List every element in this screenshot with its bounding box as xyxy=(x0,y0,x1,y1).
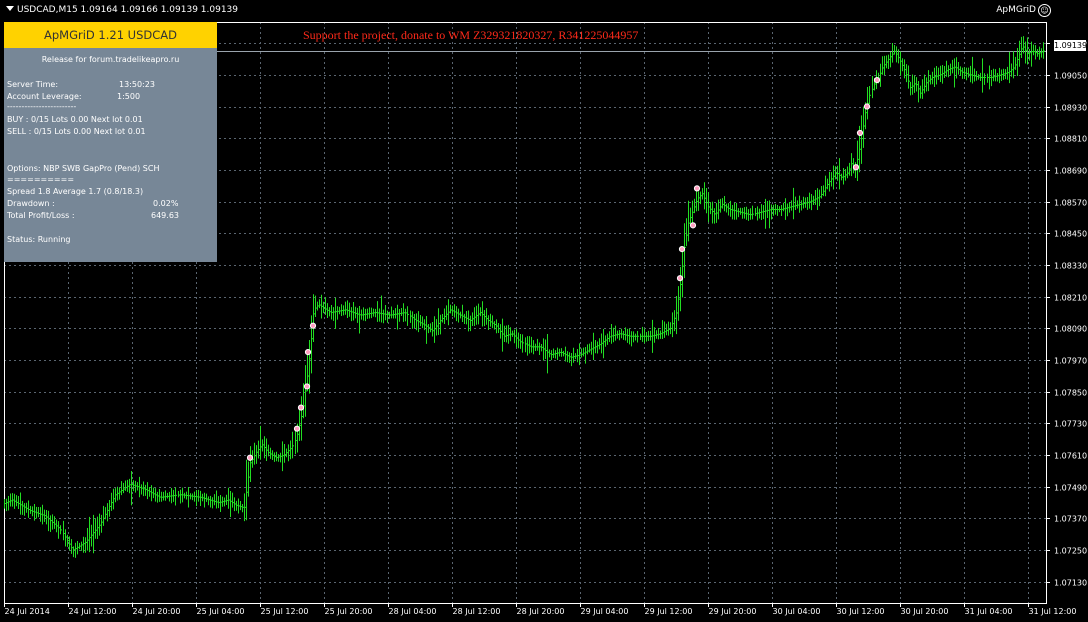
expert-advisor-label[interactable]: ApMGriD xyxy=(996,5,1036,15)
donate-text: Support the project, donate to WM Z32932… xyxy=(303,28,639,42)
y-tick-label: 1.07610 xyxy=(1054,452,1087,461)
status-line: Status: Running xyxy=(7,235,71,244)
x-tick-label: 29 Jul 20:00 xyxy=(709,607,757,616)
y-tick-label: 1.08930 xyxy=(1054,104,1087,113)
y-tick-label: 1.08210 xyxy=(1054,294,1087,303)
trade-marker-icon xyxy=(678,246,686,253)
trade-marker-icon xyxy=(863,103,871,110)
x-tick-label: 28 Jul 12:00 xyxy=(453,607,501,616)
x-tick-label: 25 Jul 04:00 xyxy=(197,607,245,616)
trade-marker-icon xyxy=(309,322,317,329)
spread-line: Spread 1.8 Average 1.7 (0.8/18.3) xyxy=(7,187,144,196)
trade-marker-icon xyxy=(873,77,881,84)
trade-marker-icon xyxy=(303,383,311,390)
options-line: Options: NBP SWB GapPro (Pend) SCH xyxy=(7,164,160,173)
y-tick-label: 1.07370 xyxy=(1054,515,1087,524)
dropdown-triangle-icon[interactable] xyxy=(6,6,14,11)
trade-marker-icon xyxy=(856,129,864,137)
chart-symbol-header: USDCAD,M15 1.09164 1.09166 1.09139 1.091… xyxy=(6,5,238,15)
drawdown-value: 0.02% xyxy=(153,199,179,208)
buy-status: BUY : 0/15 Lots 0.00 Next lot 0.01 xyxy=(7,115,143,124)
x-tick-label: 31 Jul 04:00 xyxy=(965,607,1013,616)
y-tick-label: 1.08090 xyxy=(1054,325,1087,334)
panel-divider-equals: ========== xyxy=(7,175,75,184)
y-tick-label: 1.08570 xyxy=(1054,199,1087,208)
trade-marker-icon xyxy=(304,349,312,356)
leverage-value: 1:500 xyxy=(117,92,141,101)
server-time-value: 13:50:23 xyxy=(119,80,155,89)
x-tick-label: 25 Jul 12:00 xyxy=(261,607,309,616)
current-price-tag: 1.09139 xyxy=(1054,40,1088,51)
profit-value: 649.63 xyxy=(151,211,179,220)
y-tick-label: 1.08690 xyxy=(1054,167,1087,176)
drawdown-label: Drawdown : xyxy=(7,199,55,208)
x-tick-label: 30 Jul 12:00 xyxy=(837,607,885,616)
x-tick-label: 29 Jul 04:00 xyxy=(581,607,629,616)
x-tick-label: 29 Jul 12:00 xyxy=(645,607,693,616)
trade-marker-icon xyxy=(297,404,305,411)
y-tick-label: 1.09050 xyxy=(1054,72,1087,81)
x-tick-label: 28 Jul 20:00 xyxy=(517,607,565,616)
panel-divider-dashes: ------------------------ xyxy=(7,102,77,111)
trade-marker-icon xyxy=(693,185,701,192)
y-tick-label: 1.07970 xyxy=(1054,357,1087,366)
x-tick-label: 31 Jul 12:00 xyxy=(1029,607,1077,616)
profit-label: Total Profit/Loss : xyxy=(7,211,75,220)
ea-info-panel: ApMGriD 1.21 USDCAD Release for forum.tr… xyxy=(4,22,217,262)
y-tick-label: 1.08450 xyxy=(1054,230,1087,239)
y-tick-label: 1.07130 xyxy=(1054,579,1087,588)
trade-marker-icon xyxy=(676,275,684,282)
x-tick-label: 24 Jul 12:00 xyxy=(69,607,117,616)
y-tick-label: 1.07730 xyxy=(1054,420,1087,429)
server-time-label: Server Time: xyxy=(7,80,59,89)
x-tick-label: 24 Jul 2014 xyxy=(5,607,50,616)
y-tick-label: 1.07850 xyxy=(1054,389,1087,398)
y-tick-label: 1.08330 xyxy=(1054,262,1087,271)
trade-marker-icon xyxy=(852,164,860,171)
x-tick-label: 24 Jul 20:00 xyxy=(133,607,181,616)
trade-marker-icon xyxy=(246,454,254,461)
x-tick-label: 25 Jul 20:00 xyxy=(325,607,373,616)
leverage-label: Account Leverage: xyxy=(7,92,82,101)
y-tick-label: 1.07490 xyxy=(1054,484,1087,493)
x-tick-label: 30 Jul 20:00 xyxy=(901,607,949,616)
trade-marker-icon xyxy=(689,222,697,229)
panel-title: ApMGriD 1.21 USDCAD xyxy=(4,22,217,48)
symbol-header-text: USDCAD,M15 1.09164 1.09166 1.09139 1.091… xyxy=(17,5,238,15)
trade-marker-icon xyxy=(293,425,301,432)
x-tick-label: 30 Jul 04:00 xyxy=(773,607,821,616)
smiley-icon[interactable]: ☺ xyxy=(1038,4,1051,17)
sell-status: SELL : 0/15 Lots 0.00 Next lot 0.01 xyxy=(7,127,146,136)
x-tick-label: 28 Jul 04:00 xyxy=(389,607,437,616)
panel-release: Release for forum.tradelikeapro.ru xyxy=(41,55,180,64)
y-tick-label: 1.07250 xyxy=(1054,547,1087,556)
y-tick-label: 1.08810 xyxy=(1054,135,1087,144)
